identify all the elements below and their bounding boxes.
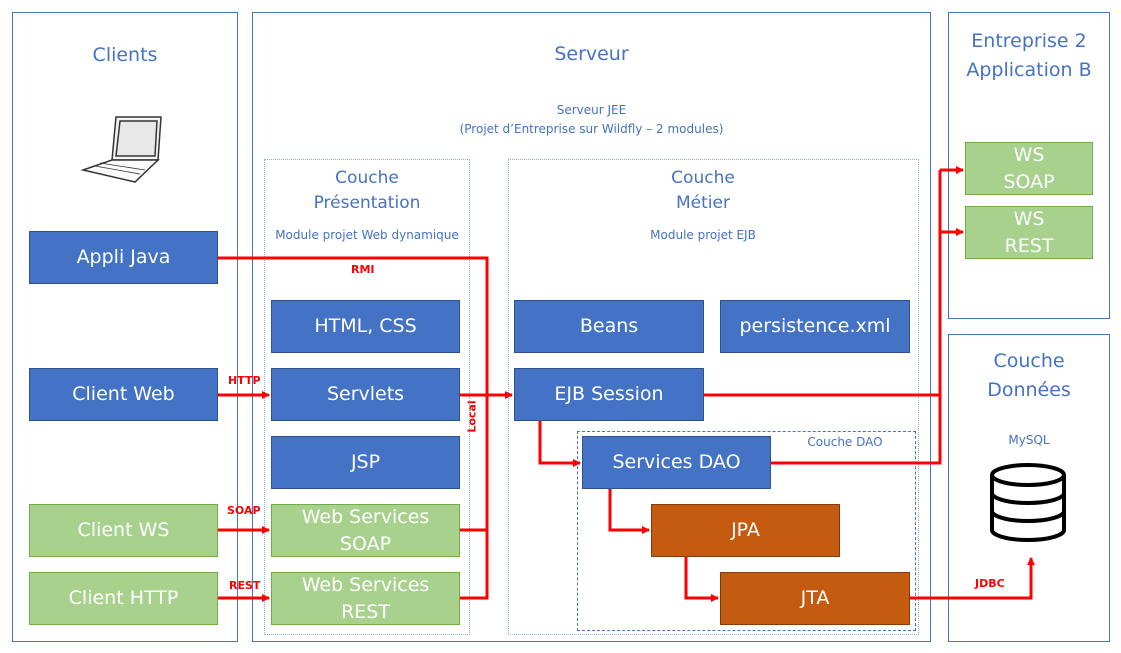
dao-jpa-connector [608, 489, 650, 534]
jdbc-connector [910, 557, 1035, 600]
database-icon [990, 463, 1066, 542]
jpa-jta-connector [684, 557, 719, 602]
dao-external-connector [771, 395, 942, 465]
rmi-connector [218, 256, 489, 600]
laptop-icon [80, 116, 162, 183]
ejb-dao-connector [538, 421, 581, 467]
connectors-layer [80, 116, 1066, 602]
ejb-external-connector [704, 170, 942, 397]
architecture-diagram: Clients Serveur Serveur JEE (Projet d’En… [0, 0, 1121, 653]
